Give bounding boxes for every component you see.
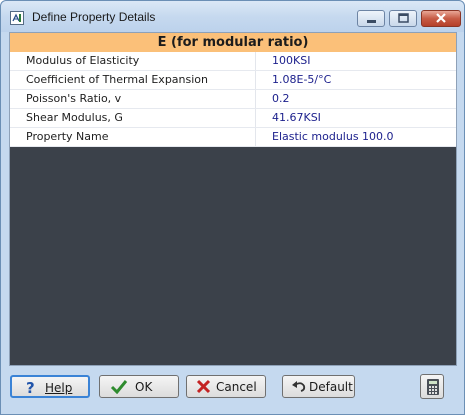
property-value[interactable]: 100KSI bbox=[272, 52, 310, 70]
property-label: Poisson's Ratio, v bbox=[10, 90, 256, 108]
property-row[interactable]: Shear Modulus, G 41.67KSI bbox=[10, 109, 456, 128]
property-value[interactable]: 41.67KSI bbox=[272, 109, 321, 127]
cancel-button[interactable]: Cancel bbox=[186, 375, 266, 398]
help-label: Help bbox=[45, 381, 73, 395]
property-label: Modulus of Elasticity bbox=[10, 52, 256, 70]
property-grid: Modulus of Elasticity 100KSI Coefficient… bbox=[10, 52, 456, 147]
undo-arrow-icon bbox=[292, 381, 306, 392]
property-label: Property Name bbox=[10, 128, 256, 146]
section-header: E (for modular ratio) bbox=[10, 33, 456, 53]
default-button[interactable]: Default bbox=[282, 375, 355, 398]
question-mark-icon: ? bbox=[26, 380, 35, 395]
minimize-icon bbox=[367, 20, 376, 23]
checkmark-icon bbox=[110, 380, 128, 394]
maximize-icon bbox=[398, 13, 409, 23]
property-row[interactable]: Poisson's Ratio, v 0.2 bbox=[10, 90, 456, 109]
property-label: Shear Modulus, G bbox=[10, 109, 256, 127]
property-row[interactable]: Modulus of Elasticity 100KSI bbox=[10, 52, 456, 71]
property-value[interactable]: 0.2 bbox=[272, 90, 290, 108]
close-icon bbox=[436, 13, 446, 23]
svg-text:?: ? bbox=[26, 380, 35, 395]
default-label: Default bbox=[309, 380, 353, 394]
help-button[interactable]: ? Help bbox=[10, 375, 90, 398]
property-value[interactable]: Elastic modulus 100.0 bbox=[272, 128, 394, 146]
ok-button[interactable]: OK bbox=[99, 375, 179, 398]
close-button[interactable] bbox=[421, 10, 461, 27]
window-title: Define Property Details bbox=[32, 10, 156, 24]
calculator-button[interactable] bbox=[420, 374, 444, 399]
property-row[interactable]: Property Name Elastic modulus 100.0 bbox=[10, 128, 456, 147]
property-value[interactable]: 1.08E-5/°C bbox=[272, 71, 331, 89]
property-row[interactable]: Coefficient of Thermal Expansion 1.08E-5… bbox=[10, 71, 456, 90]
dialog-window: Define Property Details E (for modular r… bbox=[0, 0, 465, 415]
red-x-icon bbox=[196, 379, 211, 394]
button-bar: ? Help OK Cancel Default bbox=[2, 367, 463, 413]
calculator-icon bbox=[427, 379, 439, 395]
app-icon[interactable] bbox=[10, 11, 24, 25]
ok-label: OK bbox=[135, 380, 153, 394]
property-label: Coefficient of Thermal Expansion bbox=[10, 71, 256, 89]
maximize-button[interactable] bbox=[389, 10, 417, 27]
property-panel: E (for modular ratio) Modulus of Elastic… bbox=[9, 32, 457, 366]
minimize-button[interactable] bbox=[357, 10, 385, 27]
cancel-label: Cancel bbox=[216, 380, 257, 394]
title-bar[interactable]: Define Property Details bbox=[1, 1, 464, 32]
